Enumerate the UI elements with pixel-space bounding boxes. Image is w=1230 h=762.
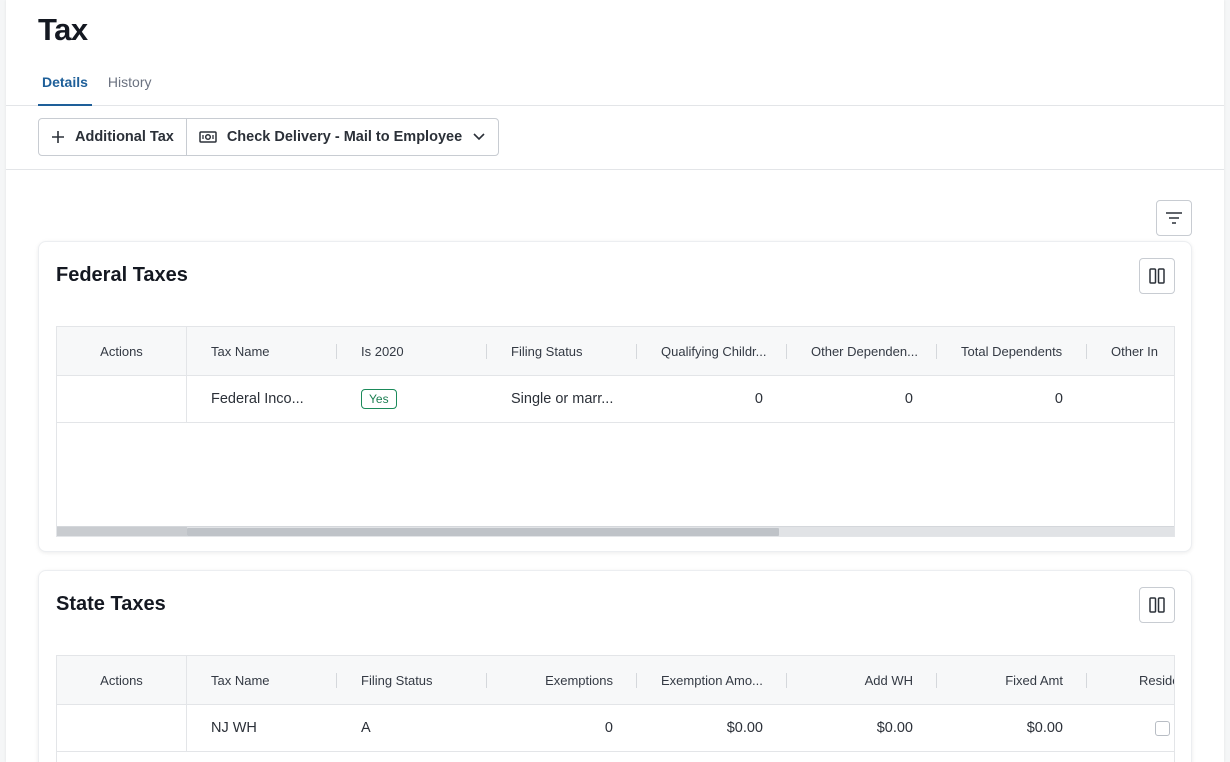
federal-taxes-card: Federal Taxes Actions Tax Name Is 2020 F… (38, 241, 1192, 552)
column-header-exemptions[interactable]: Exemptions (487, 656, 637, 704)
column-header-resident[interactable]: Reside (1087, 656, 1174, 704)
row-actions-cell[interactable] (57, 376, 187, 422)
toolbar-button-group: Additional Tax Check Delivery - Mail to … (38, 118, 500, 156)
column-header-fixed-amt[interactable]: Fixed Amt (937, 656, 1087, 704)
state-taxes-title: State Taxes (56, 593, 166, 615)
cell-fixed-amt: $0.00 (1026, 720, 1063, 736)
grid-header-row: Actions Tax Name Is 2020 Filing Status Q… (57, 327, 1174, 376)
column-header-filing-status[interactable]: Filing Status (487, 327, 637, 375)
cell-is-2020: Yes (337, 376, 487, 422)
cell-tax-name: NJ WH (211, 720, 257, 736)
column-header-exemption-amount[interactable]: Exemption Amo... (637, 656, 787, 704)
federal-columns-button[interactable] (1139, 258, 1175, 294)
column-header-actions: Actions (57, 656, 187, 704)
federal-taxes-title: Federal Taxes (56, 264, 188, 286)
status-badge: Yes (361, 389, 397, 409)
column-header-add-wh[interactable]: Add WH (787, 656, 937, 704)
column-header-tax-name[interactable]: Tax Name (187, 656, 337, 704)
state-taxes-card: State Taxes Actions Tax Name Filing Stat… (38, 570, 1192, 762)
check-delivery-dropdown[interactable]: Check Delivery - Mail to Employee (185, 119, 498, 155)
toolbar: Additional Tax Check Delivery - Mail to … (6, 106, 1224, 170)
cell-total-dependents: 0 (1054, 391, 1063, 407)
column-header-other-income[interactable]: Other In (1087, 327, 1174, 375)
filter-button[interactable] (1156, 200, 1192, 236)
table-row[interactable]: Federal Inco... Yes Single or marr... 0 … (57, 376, 1174, 423)
resident-checkbox[interactable] (1155, 720, 1170, 736)
row-actions-cell[interactable] (57, 705, 187, 751)
grid-header-row: Actions Tax Name Filing Status Exemption… (57, 656, 1174, 705)
cell-add-wh: $0.00 (876, 720, 913, 736)
cell-resident (1087, 705, 1174, 751)
column-header-tax-name[interactable]: Tax Name (187, 327, 337, 375)
page-header: Tax Details History (6, 0, 1224, 106)
plus-icon (52, 131, 64, 143)
cell-other-dependents: 0 (904, 391, 913, 407)
cell-qualifying-children: 0 (754, 391, 763, 407)
scrollbar-pinned-track (57, 527, 187, 536)
table-row[interactable]: NJ WH A 0 $0.00 $0.00 $0.00 (57, 705, 1174, 752)
tab-bar: Details History (38, 74, 167, 106)
column-header-other-dependents[interactable]: Other Dependen... (787, 327, 937, 375)
check-delivery-label: Check Delivery - Mail to Employee (226, 129, 463, 145)
additional-tax-label: Additional Tax (75, 129, 174, 145)
additional-tax-button[interactable]: Additional Tax (39, 119, 186, 155)
chevron-down-icon (473, 133, 485, 141)
money-icon (199, 131, 217, 143)
state-taxes-grid: Actions Tax Name Filing Status Exemption… (56, 655, 1175, 762)
tab-history[interactable]: History (104, 74, 156, 106)
federal-taxes-grid: Actions Tax Name Is 2020 Filing Status Q… (56, 326, 1175, 537)
cell-other-income (1087, 376, 1174, 422)
column-header-qualifying-children[interactable]: Qualifying Childr... (637, 327, 787, 375)
cell-filing-status: A (361, 720, 371, 736)
cell-tax-name: Federal Inco... (211, 391, 304, 407)
column-header-actions: Actions (57, 327, 187, 375)
filter-icon (1166, 212, 1182, 224)
horizontal-scrollbar[interactable] (57, 526, 1174, 536)
scrollbar-thumb[interactable] (187, 528, 779, 536)
cell-exemption-amount: $0.00 (726, 720, 763, 736)
column-header-total-dependents[interactable]: Total Dependents (937, 327, 1087, 375)
column-header-filing-status[interactable]: Filing Status (337, 656, 487, 704)
state-columns-button[interactable] (1139, 587, 1175, 623)
tab-details[interactable]: Details (38, 74, 92, 106)
page-title: Tax (38, 12, 88, 47)
cell-exemptions: 0 (604, 720, 613, 736)
columns-icon (1149, 597, 1165, 613)
cell-filing-status: Single or marr... (511, 391, 614, 407)
tax-page: Tax Details History Additional Tax Check… (6, 0, 1224, 762)
column-header-is-2020[interactable]: Is 2020 (337, 327, 487, 375)
columns-icon (1149, 268, 1165, 284)
